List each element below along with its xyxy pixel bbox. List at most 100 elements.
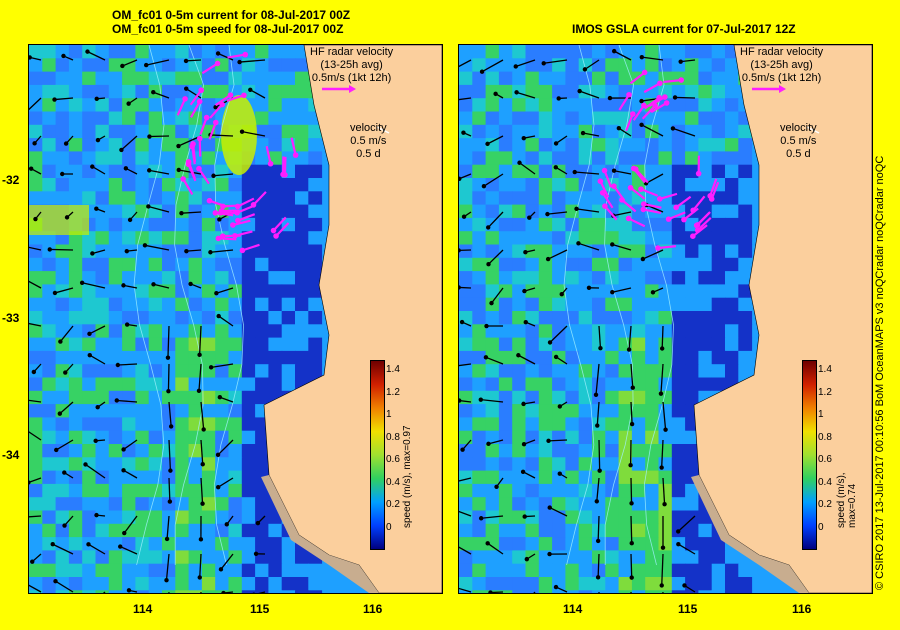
speed-cell	[538, 124, 553, 139]
speed-cell	[82, 577, 96, 591]
speed-cell	[82, 191, 96, 206]
speed-cell	[162, 45, 176, 59]
left-y-tick-32: -32	[2, 173, 20, 187]
speed-cell	[95, 164, 110, 179]
radar-arrow-head	[707, 193, 714, 199]
speed-cell	[671, 364, 686, 378]
speed-cell	[605, 497, 620, 511]
speed-cell	[738, 204, 753, 219]
current-arrow	[630, 553, 633, 578]
speed-cell	[122, 324, 136, 339]
current-arrow-head	[672, 95, 678, 100]
speed-cell	[538, 111, 553, 126]
colorbar-tick-label: 1.4	[818, 364, 832, 375]
speed-cell	[308, 191, 323, 206]
radar-arrow-head	[214, 60, 221, 67]
current-arrow-head	[211, 173, 216, 178]
speed-cell	[241, 350, 256, 365]
speed-cell	[215, 297, 229, 312]
speed-cell	[201, 470, 216, 485]
speed-cell	[215, 350, 229, 365]
speed-cell	[698, 297, 713, 312]
speed-cell	[42, 297, 57, 312]
speed-cell	[175, 430, 190, 445]
speed-cell	[148, 71, 163, 86]
speed-cell	[308, 217, 323, 232]
speed-cell	[308, 577, 323, 591]
speed-cell	[42, 138, 57, 152]
speed-cell	[472, 577, 487, 591]
current-arrow-head	[676, 542, 681, 547]
speed-cell	[592, 257, 606, 272]
current-arrow-head	[54, 447, 59, 453]
current-arrow-head	[115, 362, 121, 368]
speed-cell	[525, 178, 540, 192]
speed-cell	[512, 550, 526, 565]
speed-cell	[725, 71, 739, 86]
speed-cell	[255, 350, 269, 365]
speed-cell	[108, 164, 123, 179]
speed-cell	[472, 470, 487, 485]
speed-cell	[565, 590, 580, 593]
speed-cell	[295, 364, 309, 378]
speed-cell	[631, 550, 646, 565]
speed-cell	[565, 577, 580, 591]
speed-cell	[68, 111, 83, 126]
speed-cell	[711, 271, 726, 285]
speed-cell	[525, 417, 540, 432]
speed-cell	[525, 98, 540, 112]
speed-cell	[658, 550, 673, 565]
speed-cell	[295, 204, 309, 219]
speed-cell	[485, 364, 500, 378]
speed-cell	[485, 523, 500, 538]
speed-cell	[135, 257, 150, 272]
speed-cell	[241, 71, 256, 86]
current-arrow-head	[547, 340, 553, 345]
speed-cell	[135, 124, 150, 139]
speed-cell	[618, 470, 633, 485]
speed-cell	[241, 377, 256, 392]
jet-core	[29, 205, 89, 235]
radar-arrow-head	[619, 197, 625, 203]
speed-cell	[228, 350, 243, 365]
current-arrow-head	[557, 471, 562, 476]
speed-cell	[55, 71, 70, 86]
speed-cell	[29, 457, 43, 472]
speed-cell	[295, 164, 309, 179]
speed-cell	[698, 350, 713, 365]
speed-cell	[135, 231, 150, 245]
speed-cell	[725, 284, 739, 299]
current-arrow-head	[79, 280, 85, 285]
speed-cell	[459, 138, 473, 152]
speed-cell	[578, 257, 593, 272]
speed-cell	[82, 297, 96, 312]
speed-cell	[295, 324, 309, 339]
speed-cell	[459, 404, 473, 418]
speed-cell	[578, 510, 593, 525]
speed-cell	[268, 45, 283, 59]
speed-cell	[82, 244, 96, 259]
speed-cell	[592, 71, 606, 86]
speed-cell	[525, 297, 540, 312]
speed-cell	[268, 590, 283, 593]
speed-cell	[472, 191, 487, 206]
eddy-core	[221, 95, 257, 175]
speed-cell	[538, 231, 553, 245]
speed-cell	[108, 191, 123, 206]
speed-cell	[565, 311, 580, 325]
speed-cell	[148, 271, 163, 285]
speed-cell	[738, 577, 753, 591]
speed-cell	[108, 390, 123, 405]
speed-cell	[738, 138, 753, 152]
speed-cell	[725, 563, 739, 578]
speed-cell	[188, 404, 203, 418]
speed-cell	[241, 430, 256, 445]
speed-cell	[95, 151, 110, 166]
speed-cell	[175, 350, 190, 365]
speed-cell	[255, 231, 269, 245]
speed-cell	[631, 84, 646, 99]
speed-cell	[725, 311, 739, 325]
speed-cell	[148, 311, 163, 325]
speed-cell	[605, 311, 620, 325]
current-arrow-head	[95, 404, 100, 410]
